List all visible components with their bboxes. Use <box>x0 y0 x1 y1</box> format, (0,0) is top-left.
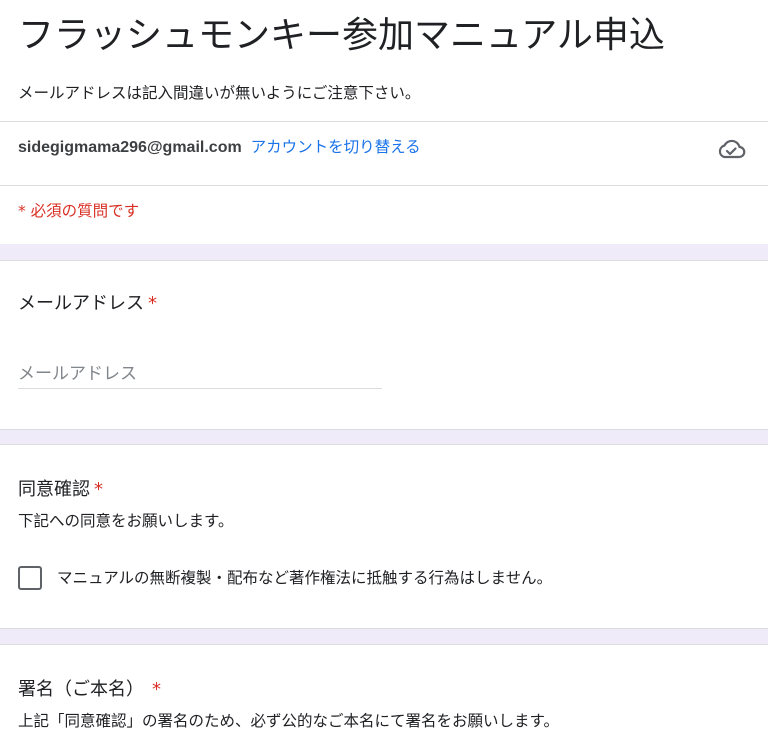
question-card-signature: 署名（ご本名） * 上記「同意確認」の署名のため、必ず公的なご本名にて署名をお願い… <box>0 644 768 739</box>
consent-checkbox-label[interactable]: マニュアルの無断複製・配布など著作権法に抵触する行為はしません。 <box>57 566 552 590</box>
question-description: 上記「同意確認」の署名のため、必ず公的なご本名にて署名をお願いします。 <box>18 712 559 730</box>
question-card-email: メールアドレス * <box>0 260 768 430</box>
question-title: メールアドレス * <box>18 291 157 317</box>
question-title: 同意確認 * <box>18 477 103 503</box>
question-title-text: 同意確認 <box>18 479 90 500</box>
account-divider <box>0 185 768 186</box>
form-description: メールアドレスは記入間違いが無いようにご注意下さい。 <box>18 84 421 102</box>
question-description: 下記への同意をお願いします。 <box>18 512 234 530</box>
question-title-text: 署名（ご本名） <box>18 679 144 700</box>
section-gap <box>0 244 768 260</box>
switch-account-link[interactable]: アカウントを切り替える <box>251 138 421 156</box>
form-page: フラッシュモンキー参加マニュアル申込 メールアドレスは記入間違いが無いようにご注… <box>0 0 768 739</box>
question-title: 署名（ご本名） * <box>18 677 161 703</box>
header-divider <box>0 121 768 122</box>
required-note: * 必須の質問です <box>18 202 140 220</box>
required-star: * <box>152 679 161 700</box>
section-gap <box>0 629 768 644</box>
email-input[interactable] <box>18 359 382 389</box>
consent-checkbox[interactable] <box>18 566 42 590</box>
required-star: * <box>148 293 157 314</box>
account-email: sidegigmama296@gmail.com <box>18 139 242 156</box>
section-gap <box>0 430 768 444</box>
account-row: sidegigmama296@gmail.com アカウントを切り替える <box>18 136 421 159</box>
question-card-consent: 同意確認 * 下記への同意をお願いします。 マニュアルの無断複製・配布など著作権法… <box>0 444 768 629</box>
question-title-text: メールアドレス <box>18 293 144 314</box>
required-star: * <box>94 479 103 500</box>
form-header-card: フラッシュモンキー参加マニュアル申込 メールアドレスは記入間違いが無いようにご注… <box>0 0 768 244</box>
cloud-check-icon <box>718 139 746 159</box>
form-title: フラッシュモンキー参加マニュアル申込 <box>18 15 665 56</box>
